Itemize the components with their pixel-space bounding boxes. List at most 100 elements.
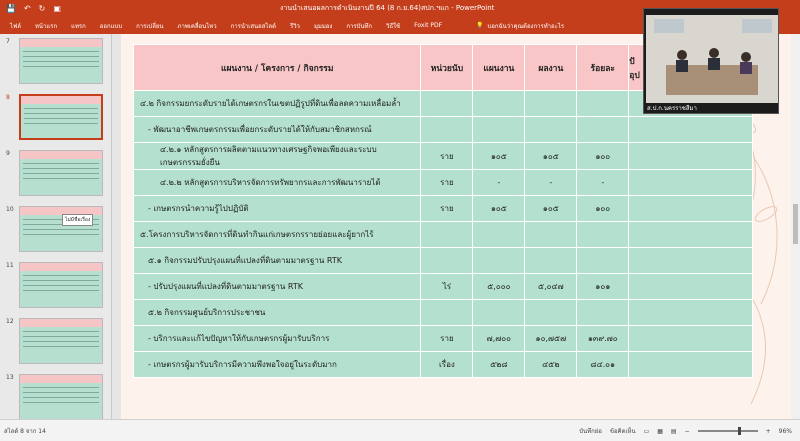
save-icon[interactable]: 💾 xyxy=(6,4,16,13)
row-unit xyxy=(420,116,474,143)
zoom-level[interactable]: 96% xyxy=(779,428,792,435)
row-extra xyxy=(628,351,753,378)
zoom-out-icon[interactable]: − xyxy=(685,428,690,435)
ribbon-tab[interactable]: การบันทึก xyxy=(346,21,372,31)
row-activity: ๔.๒.๒ หลักสูตรการบริหารจัดการทรัพยากรและ… xyxy=(132,169,422,196)
row-unit: ราย xyxy=(420,325,474,352)
thumbnail-tooltip: ไม่มีชื่อเรื่อง xyxy=(62,214,94,226)
thumbnail-preview xyxy=(19,262,103,308)
comments-button[interactable]: ข้อคิดเห็น xyxy=(610,426,636,436)
status-bar: สไลด์ 8 จาก 14 บันทึกย่อ ข้อคิดเห็น ▭ ▦ … xyxy=(0,419,800,441)
notes-button[interactable]: บันทึกย่อ xyxy=(579,426,602,436)
ribbon-tab[interactable]: หน้าแรก xyxy=(35,21,57,31)
normal-view-icon[interactable]: ▭ xyxy=(644,428,650,435)
thumbnail-preview xyxy=(19,94,103,140)
row-plan xyxy=(472,221,526,248)
ribbon-tab[interactable]: การนำเสนอสไลด์ xyxy=(231,21,276,31)
ribbon-tab[interactable]: รีวิว xyxy=(290,21,300,31)
row-plan: ๕๒๘ xyxy=(472,351,526,378)
row-percent: ๑๐๑ xyxy=(576,273,630,300)
thumbnail-number: 8 xyxy=(6,94,10,101)
header-result: ผลงาน xyxy=(524,44,578,91)
thumbnail-preview xyxy=(19,150,103,196)
row-extra xyxy=(628,273,753,300)
table-row: - เกษตรกรนำความรู้ไปปฏิบัติ ราย ๑๐๕ ๑๐๕ ๑๐๐ xyxy=(132,195,753,222)
table-row: - พัฒนาอาชีพเกษตรกรรมเพื่อยกระดับรายได้ใ… xyxy=(132,116,753,143)
row-extra xyxy=(628,116,753,143)
row-extra xyxy=(628,195,753,222)
table-row: ๔.๒.๒ หลักสูตรการบริหารจัดการทรัพยากรและ… xyxy=(132,169,753,196)
row-unit xyxy=(420,221,474,248)
row-plan: ๕,๐๐๐ xyxy=(472,273,526,300)
row-result xyxy=(524,247,578,274)
slide-thumbnail[interactable]: 13 xyxy=(4,374,104,420)
slide-thumbnails-pane[interactable]: 13 12 11 10 9 8 7 ไม่มีชื่อเรื่อง xyxy=(0,34,112,420)
row-result: ๕,๐๔๗ xyxy=(524,273,578,300)
row-extra xyxy=(628,299,753,326)
row-percent: ๘๔.๐๑ xyxy=(576,351,630,378)
ribbon-tab[interactable]: ภาพเคลื่อนไหว xyxy=(178,21,217,31)
row-unit: ราย xyxy=(420,195,474,222)
row-plan: ๗,๗๐๐ xyxy=(472,325,526,352)
present-icon[interactable]: ▣ xyxy=(53,4,61,13)
row-activity: ๕.โครงการบริหารจัดการที่ดินทำกินแก่เกษตร… xyxy=(132,221,422,248)
quick-access-toolbar: 💾 ↶ ↻ ▣ xyxy=(0,4,61,13)
tell-me-text: บอกฉันว่าคุณต้องการทำอะไร xyxy=(487,22,565,30)
reading-view-icon[interactable]: ▤ xyxy=(671,428,677,435)
slide-thumbnail[interactable]: 7 xyxy=(4,38,104,84)
row-percent: ๑๐๐ xyxy=(576,142,630,170)
row-percent xyxy=(576,90,630,117)
row-result: ๑๐๕ xyxy=(524,195,578,222)
slide-thumbnail[interactable]: 11 xyxy=(4,262,104,308)
table-row: ๕.๑ กิจกรรมปรับปรุงแผนที่แปลงที่ดินตามมา… xyxy=(132,247,753,274)
vertical-scrollbar[interactable] xyxy=(791,34,800,419)
zoom-in-icon[interactable]: + xyxy=(766,428,771,435)
row-extra xyxy=(628,247,753,274)
row-result xyxy=(524,90,578,117)
ribbon-tab[interactable]: Foxit PDF xyxy=(414,22,442,29)
header-activity: แผนงาน / โครงการ / กิจกรรม xyxy=(132,44,422,91)
slide-counter: สไลด์ 8 จาก 14 xyxy=(4,428,46,435)
row-result: - xyxy=(524,169,578,196)
row-result xyxy=(524,116,578,143)
ribbon-tab[interactable]: มุมมอง xyxy=(314,21,332,31)
document-title: งานนำเสนอผลการดำเนินงานปี 64 (8 ก.ย.64)ส… xyxy=(280,4,495,12)
thumbnail-preview xyxy=(19,38,103,84)
slide-thumbnail[interactable]: 12 xyxy=(4,318,104,364)
ribbon-tab[interactable]: แทรก xyxy=(71,21,86,31)
slide-sorter-icon[interactable]: ▦ xyxy=(657,428,663,435)
table-row: ๔.๒.๑ หลักสูตรการผลิตตามแนวทางเศรษฐกิจพอ… xyxy=(132,142,753,170)
row-activity: - ปรับปรุงแผนที่แปลงที่ดินตามมาตรฐาน RTK xyxy=(132,273,422,300)
tell-me-box[interactable]: 💡 บอกฉันว่าคุณต้องการทำอะไร xyxy=(476,21,564,31)
thumbnail-number: 13 xyxy=(6,374,14,381)
slide-thumbnail[interactable]: 10 xyxy=(4,206,104,252)
table-row: ๕.๒ กิจกรรมศูนย์บริการประชาชน xyxy=(132,299,753,326)
ribbon-tab[interactable]: ไฟล์ xyxy=(10,21,21,31)
slide-thumbnail[interactable]: 8 xyxy=(4,94,104,140)
row-percent xyxy=(576,299,630,326)
ribbon-tab[interactable]: ออกแบบ xyxy=(100,21,122,31)
undo-icon[interactable]: ↶ xyxy=(24,4,31,13)
ribbon-tab[interactable]: การเปลี่ยน xyxy=(136,21,163,31)
row-extra xyxy=(628,142,753,170)
table-row: - บริการและแก้ไขปัญหาให้กับเกษตรกรผู้มาร… xyxy=(132,325,753,352)
video-participant-label: ส.ป.ก.นครราชสีมา xyxy=(647,105,697,112)
redo-icon[interactable]: ↻ xyxy=(39,4,46,13)
row-plan xyxy=(472,90,526,117)
row-activity: ๕.๒ กิจกรรมศูนย์บริการประชาชน xyxy=(132,299,422,326)
table-row: ๕.โครงการบริหารจัดการที่ดินทำกินแก่เกษตร… xyxy=(132,221,753,248)
slide-thumbnail[interactable]: 9 xyxy=(4,150,104,196)
scrollbar-thumb[interactable] xyxy=(793,204,798,244)
row-extra xyxy=(628,325,753,352)
row-result: ๑๐,๗๕๗ xyxy=(524,325,578,352)
row-plan xyxy=(472,247,526,274)
lightbulb-icon: 💡 xyxy=(476,22,484,29)
ribbon-tab[interactable]: วิธีใช้ xyxy=(386,21,400,31)
row-unit: ราย xyxy=(420,142,474,170)
thumbnail-preview xyxy=(19,206,103,252)
zoom-slider[interactable] xyxy=(697,427,758,435)
row-activity: ๔.๒ กิจกรรมยกระดับรายได้เกษตรกรในเขตปฏิร… xyxy=(132,90,422,117)
row-percent xyxy=(576,247,630,274)
row-unit: เรื่อง xyxy=(420,351,474,378)
video-call-window[interactable]: ส.ป.ก.นครราชสีมา xyxy=(643,8,779,114)
